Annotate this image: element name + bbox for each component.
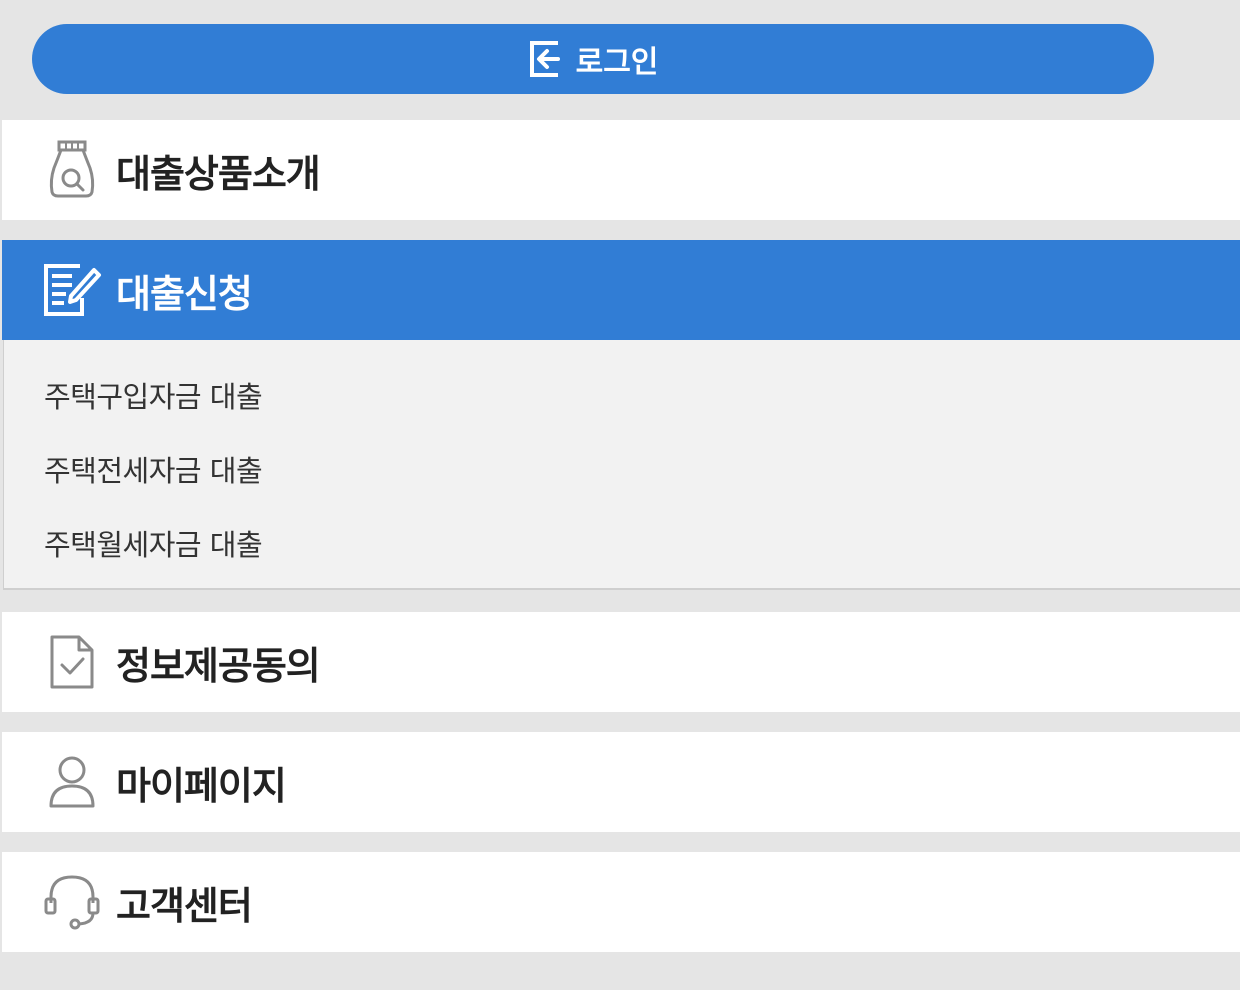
loan-application-submenu: 주택구입자금 대출 주택전세자금 대출 주택월세자금 대출 [3,340,1240,590]
menu-item-label: 정보제공동의 [116,643,321,688]
menu-item-loan-application[interactable]: 대출신청 [2,240,1240,340]
menu-item-mypage[interactable]: 마이페이지 [2,732,1240,832]
document-pen-icon [42,260,102,320]
menu-item-customer-center[interactable]: 고객센터 [2,852,1240,952]
document-check-icon [42,632,102,692]
menu-item-label: 대출신청 [116,271,253,316]
submenu-item-jeonse-loan[interactable]: 주택전세자금 대출 [44,448,263,490]
user-icon [42,752,102,812]
login-icon [528,39,564,79]
menu-item-info-consent[interactable]: 정보제공동의 [2,612,1240,712]
login-label: 로그인 [575,45,659,80]
menu-item-loan-products[interactable]: 대출상품소개 [2,120,1240,220]
money-bag-search-icon [42,140,102,200]
menu-item-label: 고객센터 [116,883,253,928]
submenu-item-home-purchase-loan[interactable]: 주택구입자금 대출 [44,374,263,416]
menu-item-label: 마이페이지 [116,763,287,808]
menu-item-label: 대출상품소개 [116,151,321,196]
headset-icon [42,872,102,932]
submenu-item-monthly-rent-loan[interactable]: 주택월세자금 대출 [44,522,263,564]
login-button[interactable]: 로그인 [32,24,1154,94]
